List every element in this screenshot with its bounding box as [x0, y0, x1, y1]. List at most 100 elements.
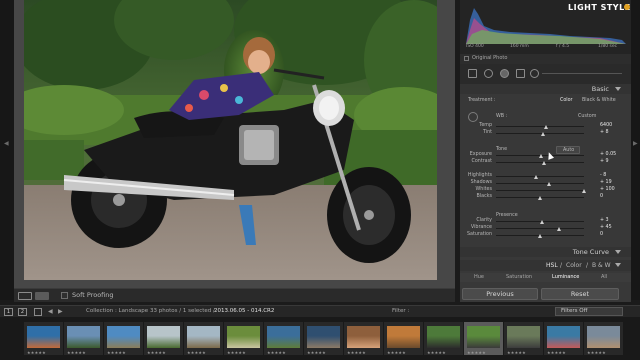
grid-view-icon[interactable]	[34, 308, 42, 316]
slider-thumb-tint[interactable]	[540, 132, 545, 136]
slider-thumb-temp[interactable]	[544, 125, 549, 129]
slider-thumb-saturation[interactable]	[538, 234, 542, 238]
slider-value-highlights[interactable]: - 8	[600, 173, 606, 178]
wb-select[interactable]: Custom	[578, 114, 596, 119]
slider-value-exposure[interactable]: + 0.05	[600, 152, 616, 157]
tab-luminance[interactable]: Luminance	[552, 274, 579, 280]
filmstrip-thumbnail[interactable]: ★★★★★	[544, 322, 583, 355]
slider-track-temp[interactable]	[496, 126, 584, 127]
right-edge-strip[interactable]: ▶	[631, 0, 640, 300]
slider-thumb-highlights[interactable]	[534, 175, 539, 179]
eyedropper-icon[interactable]	[468, 112, 478, 122]
thumbnail-image	[227, 326, 260, 348]
loupe-view-icon[interactable]	[18, 292, 32, 300]
slider-track-contrast[interactable]	[496, 162, 584, 163]
thumbnail-image	[107, 326, 140, 348]
thumbnail-image	[147, 326, 180, 348]
slider-value-whites[interactable]: + 100	[600, 187, 615, 192]
slider-track-vibrance[interactable]	[496, 228, 584, 229]
filmstrip-thumbnail[interactable]: ★★★★★	[24, 322, 63, 355]
radial-filter-icon[interactable]	[530, 69, 539, 78]
shutter-readout: 1/80 sec	[598, 44, 618, 49]
filmstrip-thumbnail[interactable]: ★★★★★	[344, 322, 383, 355]
slider-track-highlights[interactable]	[496, 176, 584, 177]
slider-thumb-blacks[interactable]	[538, 196, 542, 200]
soft-proofing-label: Soft Proofing	[72, 291, 114, 299]
tab-hue[interactable]: Hue	[474, 274, 484, 280]
filmstrip-thumbnail[interactable]: ★★★★★	[104, 322, 143, 355]
tab-saturation[interactable]: Saturation	[506, 274, 532, 280]
filmstrip-thumbnail[interactable]: ★★★★★	[184, 322, 223, 355]
filmstrip-thumbnail[interactable]: ★★★★★	[584, 322, 623, 355]
slider-thumb-clarity[interactable]	[539, 220, 544, 224]
slider-value-clarity[interactable]: + 3	[600, 218, 609, 223]
slider-value-shadows[interactable]: + 19	[600, 180, 612, 185]
original-photo-row[interactable]: Original Photo	[460, 54, 631, 64]
left-panel-collapsed[interactable]: ◀	[0, 0, 14, 300]
spot-removal-icon[interactable]	[484, 69, 493, 78]
hsl-section-header[interactable]: HSL / Color / B & W	[460, 260, 631, 271]
monitor-1-button[interactable]: 1	[4, 308, 13, 316]
slider-value-tint[interactable]: + 8	[600, 130, 609, 135]
hsl-label[interactable]: HSL	[546, 262, 558, 269]
brush-slider[interactable]	[542, 73, 622, 74]
slider-thumb-exposure[interactable]	[538, 154, 543, 158]
filmstrip-thumbnail[interactable]: ★★★★★	[64, 322, 103, 355]
collapse-triangle-icon[interactable]	[615, 250, 621, 254]
bw-label[interactable]: B & W	[592, 262, 611, 269]
expand-left-arrow-icon[interactable]: ◀	[4, 140, 9, 147]
slider-track-shadows[interactable]	[496, 183, 584, 184]
slider-label-temp: Temp	[479, 123, 492, 128]
aperture-readout: f / 4.5	[556, 44, 570, 49]
slider-label-tint: Tint	[482, 130, 492, 135]
star-rating: ★★★★★	[227, 350, 246, 355]
main-photo[interactable]	[24, 0, 437, 280]
filmstrip-thumbnail[interactable]: ★★★★★	[304, 322, 343, 355]
thumbnail-image	[27, 326, 60, 348]
thumbnail-image	[467, 326, 500, 348]
tab-all[interactable]: All	[601, 274, 607, 280]
crop-icon[interactable]	[468, 69, 477, 78]
filmstrip-thumbnail[interactable]: ★★★★★	[424, 322, 463, 355]
treatment-color-option[interactable]: Color	[560, 98, 573, 103]
reset-button[interactable]: Reset	[541, 288, 619, 300]
slider-value-temp[interactable]: 6400	[600, 123, 612, 128]
soft-proofing-checkbox[interactable]	[61, 292, 68, 299]
treatment-bw-option[interactable]: Black & White	[582, 98, 616, 103]
lightroom-develop-window: ◀ ▶ Soft Proofing LIGHT STYLE ISO 400 16…	[0, 0, 640, 360]
back-arrow-icon[interactable]: ◀	[48, 308, 53, 315]
filmstrip-thumbnail[interactable]: ★★★★★	[504, 322, 543, 355]
slider-value-saturation[interactable]: 0	[600, 232, 603, 237]
red-eye-icon[interactable]	[500, 69, 509, 78]
slider-thumb-vibrance[interactable]	[557, 227, 562, 231]
filmstrip: ★★★★★ ★★★★★ ★★★★★ ★★★★★ ★★★★★ ★★★★★ ★★★★★ ★★★★★…	[0, 317, 640, 360]
filmstrip-thumbnail[interactable]: ★★★★★	[264, 322, 303, 355]
auto-tone-button[interactable]: Auto	[556, 146, 580, 154]
basic-section-header[interactable]: Basic	[460, 84, 631, 94]
slider-value-vibrance[interactable]: + 45	[600, 225, 612, 230]
collection-label[interactable]: Collection : Landscape	[86, 308, 148, 314]
slider-value-blacks[interactable]: 0	[600, 194, 603, 199]
expand-right-arrow-icon[interactable]: ▶	[633, 140, 638, 147]
slider-thumb-whites[interactable]	[582, 189, 586, 193]
hsl-sep-1: /	[560, 262, 563, 269]
collapse-triangle-icon[interactable]	[615, 87, 621, 91]
forward-arrow-icon[interactable]: ▶	[58, 308, 63, 315]
previous-button[interactable]: Previous	[462, 288, 538, 300]
slider-value-contrast[interactable]: + 9	[600, 159, 609, 164]
before-after-view-icon[interactable]	[35, 292, 49, 300]
monitor-2-button[interactable]: 2	[18, 308, 27, 316]
filter-select[interactable]: Filters Off	[555, 307, 623, 316]
filmstrip-thumbnail[interactable]: ★★★★★	[224, 322, 263, 355]
color-label[interactable]: Color	[566, 262, 582, 269]
slider-thumb-contrast[interactable]	[542, 161, 547, 165]
tone-curve-section-header[interactable]: Tone Curve	[460, 247, 631, 257]
filmstrip-thumbnail[interactable]: ★★★★★	[384, 322, 423, 355]
graduated-filter-icon[interactable]	[516, 69, 525, 78]
slider-thumb-shadows[interactable]	[546, 182, 551, 186]
filmstrip-thumbnail[interactable]: ★★★★★	[464, 322, 503, 355]
original-photo-checkbox[interactable]	[464, 56, 469, 61]
slider-track-whites[interactable]	[496, 190, 584, 191]
collapse-triangle-icon[interactable]	[615, 263, 621, 267]
filmstrip-thumbnail[interactable]: ★★★★★	[144, 322, 183, 355]
